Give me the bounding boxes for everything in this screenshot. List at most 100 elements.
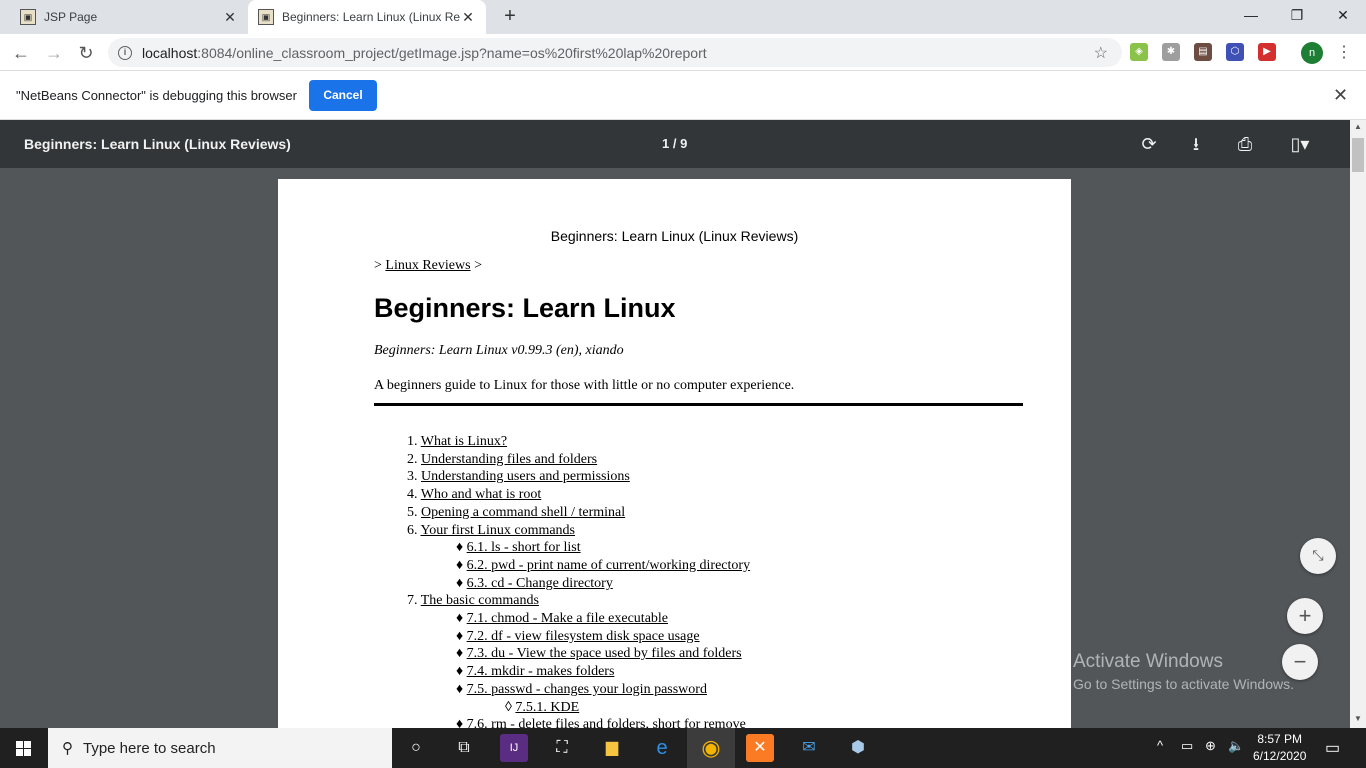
url-host: localhost (142, 44, 198, 61)
search-placeholder: Type here to search (83, 739, 216, 757)
toc-link[interactable]: 6.3. cd - Change directory (467, 576, 613, 591)
toc-link[interactable]: 7.1. chmod - Make a file executable (467, 611, 668, 626)
bookmark-star-icon[interactable]: ☆ (1094, 43, 1108, 63)
toc-marker: ♦ (456, 646, 464, 662)
extension-netbeans-icon[interactable]: ✱ (1162, 43, 1180, 61)
page-favicon-icon: ▣ (20, 9, 36, 25)
chrome-icon[interactable]: ◉ (697, 734, 725, 762)
intellij-icon[interactable]: IJ (500, 734, 528, 762)
tab-title: Beginners: Learn Linux (Linux Rev (282, 10, 460, 24)
mail-icon[interactable]: ✉ (795, 734, 823, 762)
toc-marker: 6. (407, 522, 418, 538)
toc-item: ♦ 7.4. mkdir - makes folders (374, 663, 750, 681)
intro-text: A beginners guide to Linux for those wit… (374, 378, 795, 393)
taskbar-search-input[interactable]: ⚲ Type here to search (48, 728, 392, 768)
extension-icon[interactable]: ▤ (1194, 43, 1212, 61)
pdf-viewer[interactable]: Beginners: Learn Linux (Linux Reviews) >… (0, 168, 1350, 728)
virtualbox-icon[interactable]: ⬢ (844, 734, 872, 762)
toc-item: ◊ 7.5.1. KDE (374, 699, 750, 717)
toc-link[interactable]: 7.2. df - view filesystem disk space usa… (467, 629, 700, 644)
toc-item: 3. Understanding users and permissions (374, 468, 750, 486)
toc-item: ♦ 7.5. passwd - changes your login passw… (374, 681, 750, 699)
extension-icon[interactable]: ◈ (1130, 43, 1148, 61)
browser-toolbar: ← → ↻ i localhost:8084/online_classroom_… (0, 34, 1366, 71)
bookmark-menu-icon[interactable]: ▯▾ (1282, 132, 1318, 156)
cortana-icon[interactable]: ○ (402, 734, 430, 762)
rotate-icon[interactable]: ⟳ (1137, 132, 1161, 156)
maximize-icon[interactable]: ❐ (1274, 0, 1320, 30)
address-bar[interactable]: i localhost:8084/online_classroom_projec… (108, 38, 1122, 67)
scroll-down-icon[interactable]: ▼ (1350, 714, 1366, 723)
network-globe-icon[interactable]: ⊕ (1205, 738, 1216, 754)
toc-link[interactable]: Your first Linux commands (420, 523, 575, 538)
toc-item: 2. Understanding files and folders (374, 451, 750, 469)
windows-start-icon[interactable] (0, 728, 48, 768)
notification-icon[interactable]: ▭ (1325, 738, 1340, 758)
toc-link[interactable]: 6.2. pwd - print name of current/working… (467, 558, 750, 573)
edge-icon[interactable]: e (648, 734, 676, 762)
toc-link[interactable]: 7.6. rm - delete files and folders, shor… (467, 717, 746, 728)
new-tab-button[interactable]: + (498, 5, 522, 29)
tab-close-icon[interactable]: ✕ (222, 9, 238, 26)
system-clock[interactable]: 8:57 PM 6/12/2020 (1253, 731, 1306, 765)
back-arrow-icon[interactable]: ← (8, 40, 34, 66)
toc-marker: 1. (407, 434, 418, 449)
breadcrumb-prefix: > (374, 258, 382, 273)
zoom-out-icon[interactable]: − (1282, 644, 1318, 680)
window-close-icon[interactable]: ✕ (1320, 0, 1366, 30)
file-explorer-icon[interactable]: ▆ (598, 734, 626, 762)
battery-icon[interactable]: ▭ (1181, 738, 1193, 754)
toc-marker: 7. (407, 593, 418, 609)
toc-link[interactable]: Opening a command shell / terminal (421, 505, 625, 520)
volume-icon[interactable]: 🔈 (1228, 738, 1244, 754)
scrollbar-thumb[interactable] (1352, 138, 1364, 172)
toc-link[interactable]: What is Linux? (421, 434, 507, 449)
xampp-icon[interactable]: ✕ (746, 734, 774, 762)
infobar-close-icon[interactable]: ✕ (1333, 85, 1348, 106)
more-menu-icon[interactable]: ⋮ (1336, 42, 1352, 64)
info-icon[interactable]: i (118, 45, 132, 60)
print-icon[interactable]: ⎙ (1233, 132, 1257, 156)
clock-time: 8:57 PM (1257, 732, 1303, 746)
toc-marker: 5. (407, 504, 418, 520)
toc-marker: ♦ (456, 540, 464, 556)
toc-link[interactable]: Understanding files and folders (421, 452, 597, 467)
fit-page-icon[interactable]: ⤡ (1300, 538, 1336, 574)
tab-strip: ▣ JSP Page ✕ ▣ Beginners: Learn Linux (L… (0, 0, 1366, 34)
profile-avatar[interactable]: n (1301, 42, 1323, 64)
reload-icon[interactable]: ↻ (73, 40, 99, 66)
toc-link[interactable]: Who and what is root (421, 487, 542, 502)
toc-link[interactable]: The basic commands (421, 593, 539, 608)
vertical-scrollbar[interactable]: ▲ ▼ (1350, 120, 1366, 728)
forward-arrow-icon[interactable]: → (41, 40, 67, 66)
youtube-icon[interactable]: ▶ (1258, 43, 1276, 61)
store-icon[interactable]: ⛶ (548, 734, 576, 762)
toc-link[interactable]: 7.4. mkdir - makes folders (467, 664, 615, 679)
extension-cube-icon[interactable]: ⬡ (1226, 43, 1244, 61)
toc-item: 1. What is Linux? (374, 433, 750, 451)
tray-chevron-icon[interactable]: ^ (1157, 738, 1163, 753)
infobar-message: "NetBeans Connector" is debugging this b… (16, 88, 297, 103)
task-view-icon[interactable]: ⧉ (450, 734, 478, 762)
download-icon[interactable]: ⭳ (1184, 132, 1208, 156)
toc-link[interactable]: 7.5.1. KDE (515, 700, 579, 715)
toc-link[interactable]: Understanding users and permissions (421, 469, 630, 484)
toc-link[interactable]: 6.1. ls - short for list (467, 540, 581, 555)
toc-marker: ◊ (505, 699, 512, 715)
table-of-contents: 1. What is Linux? 2. Understanding files … (374, 433, 750, 728)
breadcrumb-suffix: > (474, 258, 482, 273)
minimize-icon[interactable]: — (1228, 0, 1274, 30)
cancel-button[interactable]: Cancel (309, 80, 377, 111)
toc-link[interactable]: 7.5. passwd - changes your login passwor… (467, 682, 707, 697)
tab-beginners-linux[interactable]: ▣ Beginners: Learn Linux (Linux Rev ✕ (248, 0, 486, 34)
tab-jsp-page[interactable]: ▣ JSP Page ✕ (10, 0, 248, 34)
toc-item: 5. Opening a command shell / terminal (374, 504, 750, 522)
scroll-up-icon[interactable]: ▲ (1350, 122, 1366, 131)
toc-item: 4. Who and what is root (374, 486, 750, 504)
tab-close-icon[interactable]: ✕ (460, 9, 476, 26)
horizontal-rule (374, 403, 1023, 406)
toc-link[interactable]: 7.3. du - View the space used by files a… (467, 646, 742, 661)
pdf-title: Beginners: Learn Linux (Linux Reviews) (24, 136, 291, 152)
zoom-in-icon[interactable]: + (1287, 598, 1323, 634)
breadcrumb-link[interactable]: Linux Reviews (385, 258, 470, 273)
